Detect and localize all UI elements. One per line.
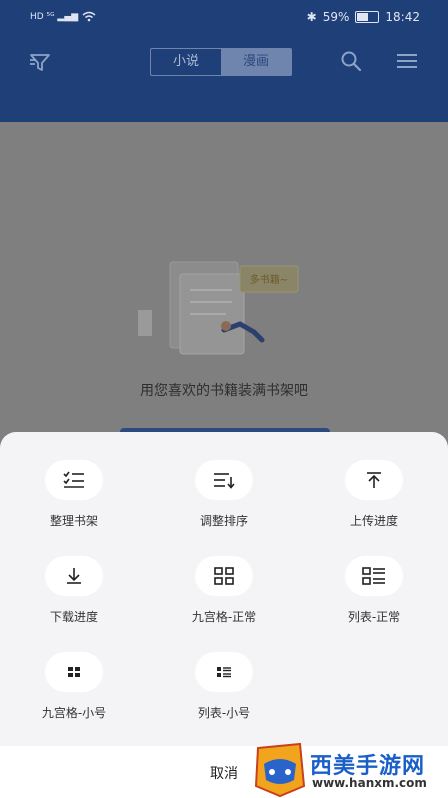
action-upload-progress[interactable]: 上传进度 [314, 460, 434, 529]
checklist-icon [63, 471, 84, 488]
action-icon-bg [195, 556, 253, 596]
sort-icon [214, 473, 235, 489]
action-label: 九宫格-正常 [191, 610, 257, 624]
action-label: 整理书架 [49, 514, 98, 528]
download-icon [67, 568, 81, 584]
action-list-normal[interactable]: 列表-正常 [314, 556, 434, 625]
action-list-small[interactable]: 列表-小号 [164, 652, 284, 721]
system-indicators: ✱ 59% 18:42 [307, 10, 420, 24]
top-bar: 小说 漫画 [0, 36, 448, 122]
network-status: HD ⁵ᴳ ▂▄▆ [30, 11, 79, 22]
cancel-button[interactable]: 取消 [190, 763, 258, 783]
action-icon-bg [45, 652, 103, 692]
grid-small-icon [68, 667, 80, 677]
watermark-url: www.hanxm.com [312, 776, 427, 790]
action-icon-bg [45, 460, 103, 500]
action-organize-shelf[interactable]: 整理书架 [14, 460, 134, 529]
battery-percent: 59% [322, 10, 350, 24]
menu-icon[interactable] [396, 52, 418, 70]
action-icon-bg [195, 460, 253, 500]
grid-icon [214, 567, 234, 585]
action-label: 上传进度 [349, 514, 398, 528]
action-label: 下载进度 [49, 610, 98, 624]
status-bar: HD ⁵ᴳ ▂▄▆ ✱ 59% 18:42 [0, 0, 448, 36]
battery-icon [355, 11, 380, 23]
tab-novel[interactable]: 小说 [151, 49, 221, 75]
category-tabs: 小说 漫画 [150, 48, 292, 76]
filter-icon[interactable] [28, 52, 52, 72]
action-icon-bg [195, 652, 253, 692]
action-label: 列表-小号 [197, 706, 251, 720]
action-icon-bg [345, 556, 403, 596]
action-icon-bg [345, 460, 403, 500]
illustration-sign: 多书籍~ [250, 273, 288, 286]
tab-comic[interactable]: 漫画 [221, 49, 291, 75]
empty-bookshelf-illustration: 多书籍~ [138, 261, 299, 355]
list-icon [362, 567, 385, 585]
clock: 18:42 [385, 10, 420, 24]
action-icon-bg [45, 556, 103, 596]
wifi-icon [82, 11, 96, 22]
action-label: 九宫格-小号 [41, 706, 107, 720]
action-grid-normal[interactable]: 九宫格-正常 [164, 556, 284, 625]
empty-message: 用您喜欢的书籍装满书架吧 [140, 383, 308, 399]
action-download-progress[interactable]: 下载进度 [14, 556, 134, 625]
upload-icon [367, 472, 381, 488]
action-adjust-sort[interactable]: 调整排序 [164, 460, 284, 529]
bluetooth-icon: ✱ [306, 10, 317, 24]
action-grid-small[interactable]: 九宫格-小号 [14, 652, 134, 721]
action-label: 调整排序 [199, 514, 248, 528]
search-icon[interactable] [340, 50, 362, 72]
list-small-icon [217, 667, 231, 678]
action-label: 列表-正常 [347, 610, 401, 624]
signal-indicators: HD ⁵ᴳ ▂▄▆ [30, 11, 96, 22]
